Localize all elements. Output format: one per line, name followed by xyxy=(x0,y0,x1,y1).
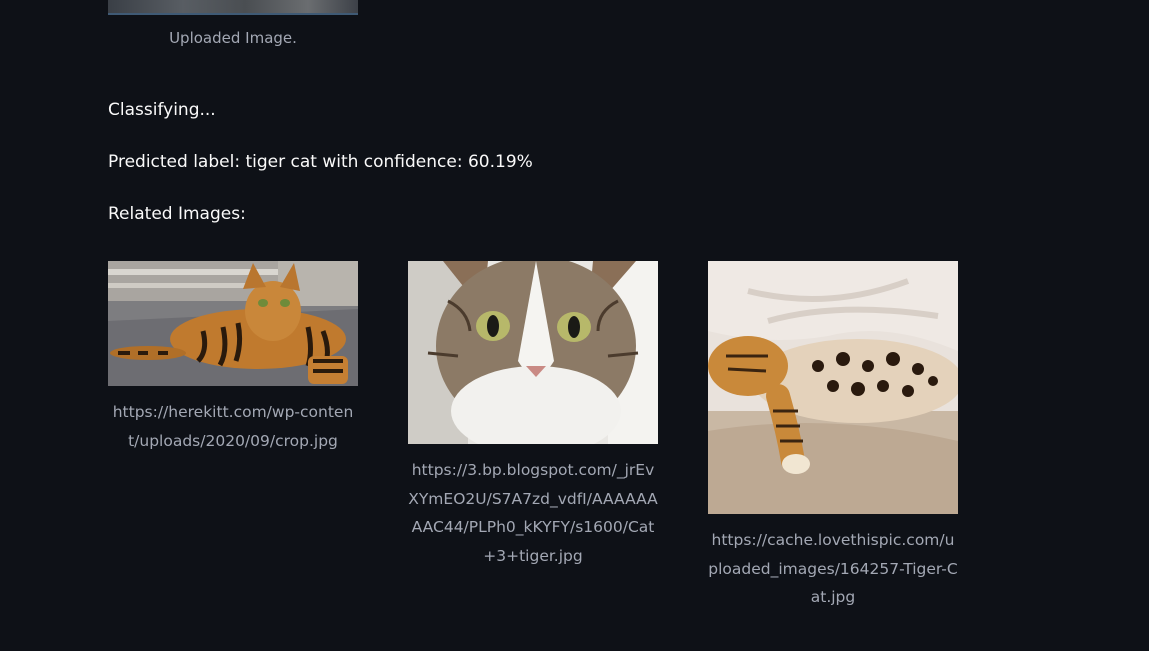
app-page: Uploaded Image. Classifying... Predicted… xyxy=(0,0,1149,651)
classifying-status: Classifying... xyxy=(108,100,216,120)
related-image-thumbnail xyxy=(408,261,658,444)
related-image-url: https://herekitt.com/wp-content/uploads/… xyxy=(112,403,354,450)
uploaded-image-caption: Uploaded Image. xyxy=(169,29,297,47)
related-image-thumbnail xyxy=(108,261,358,386)
prediction-result: Predicted label: tiger cat with confiden… xyxy=(108,152,533,172)
related-image-card: https://3.bp.blogspot.com/_jrEvXYmEO2U/S… xyxy=(408,261,658,570)
related-images-heading: Related Images: xyxy=(108,204,246,224)
related-image-url: https://3.bp.blogspot.com/_jrEvXYmEO2U/S… xyxy=(408,461,658,565)
uploaded-image xyxy=(108,0,358,15)
related-image-card: https://herekitt.com/wp-content/uploads/… xyxy=(108,261,358,455)
related-image-thumbnail xyxy=(708,261,958,514)
related-image-url: https://cache.lovethispic.com/uploaded_i… xyxy=(708,531,958,606)
related-image-card: https://cache.lovethispic.com/uploaded_i… xyxy=(708,261,958,612)
